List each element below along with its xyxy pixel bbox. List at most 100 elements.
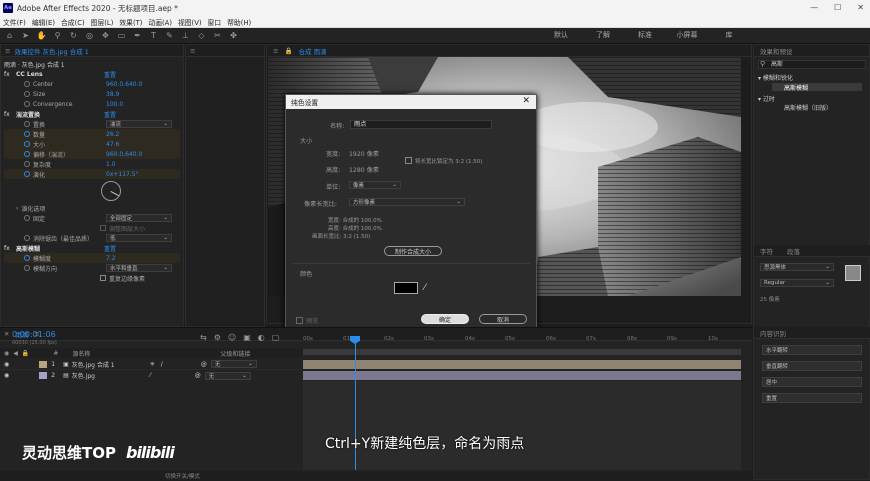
fx-icon[interactable]: fx bbox=[4, 245, 12, 252]
maximize-button[interactable]: ☐ bbox=[834, 3, 841, 12]
tab-effects-presets[interactable]: 效果和预设 bbox=[760, 46, 793, 56]
menu-help[interactable]: 帮助(H) bbox=[227, 17, 251, 27]
draft-3d-icon[interactable]: ⚙ bbox=[214, 333, 221, 342]
menu-file[interactable]: 文件(F) bbox=[3, 17, 26, 27]
pixel-aspect-dropdown[interactable]: 方形像素 ⌄ bbox=[349, 198, 465, 206]
stopwatch-icon[interactable] bbox=[24, 151, 30, 157]
height-value[interactable]: 1280 像素 bbox=[349, 165, 379, 174]
flip-horizontal-button[interactable]: 水平翻转 bbox=[762, 345, 862, 355]
workspace-learn[interactable]: 了解 bbox=[582, 30, 624, 40]
layer-label-color[interactable] bbox=[39, 360, 48, 368]
displace-dropdown[interactable]: 湍流 ⌄ bbox=[106, 120, 172, 128]
repeat-edge-checkbox[interactable] bbox=[100, 275, 106, 281]
value-size[interactable]: 38.9 bbox=[106, 91, 119, 98]
center-button[interactable]: 居中 bbox=[762, 377, 862, 387]
stopwatch-icon[interactable] bbox=[24, 235, 30, 241]
comp-switch-icon[interactable]: ⇆ bbox=[200, 333, 207, 342]
menu-composition[interactable]: 合成(C) bbox=[61, 17, 85, 27]
type-tool-icon[interactable]: T bbox=[147, 30, 160, 42]
brush-tool-icon[interactable]: ✎ bbox=[163, 30, 176, 42]
menu-effect[interactable]: 效果(T) bbox=[119, 17, 142, 27]
color-swatch[interactable] bbox=[394, 282, 418, 294]
panel-menu-icon[interactable]: ≡ bbox=[190, 47, 195, 55]
layer-name[interactable]: 灰色.jpg 合成 1 bbox=[72, 360, 146, 369]
stamp-tool-icon[interactable]: ⊥ bbox=[179, 30, 192, 42]
value-turb-size[interactable]: 47.6 bbox=[106, 141, 119, 148]
antialiasing-dropdown[interactable]: 低 ⌄ bbox=[106, 234, 172, 242]
effects-group-blur[interactable]: ▾ 模糊和锐化 bbox=[758, 73, 793, 82]
layer-name[interactable]: 灰色.jpg bbox=[72, 371, 146, 380]
shy-icon[interactable]: ☺ bbox=[228, 333, 236, 342]
empty-track-area[interactable] bbox=[303, 381, 741, 470]
lock-aspect-checkbox[interactable] bbox=[405, 157, 412, 164]
workspace-library[interactable]: 库 bbox=[708, 30, 750, 40]
dialog-close-icon[interactable]: ✕ bbox=[522, 96, 530, 106]
eye-icon[interactable]: ◉ bbox=[4, 372, 9, 379]
value-evolution[interactable]: 0x+117.5° bbox=[106, 171, 139, 178]
close-tab-icon[interactable]: ✕ bbox=[4, 330, 9, 338]
motion-blur-icon[interactable]: ◐ bbox=[258, 333, 265, 342]
hand-tool-icon[interactable]: ✋ bbox=[35, 30, 48, 42]
make-comp-size-button[interactable]: 制作合成大小 bbox=[384, 246, 442, 256]
menu-layer[interactable]: 图层(L) bbox=[91, 17, 114, 27]
fx-icon[interactable]: fx bbox=[4, 71, 12, 78]
panel-menu-icon[interactable]: ≡ bbox=[5, 47, 10, 55]
stopwatch-icon[interactable] bbox=[24, 265, 30, 271]
toggle-switches-modes[interactable]: 切换开关/模式 bbox=[165, 472, 200, 480]
time-ruler[interactable]: 00s 01s 02s 03s 04s 05s 06s 07s 08s 09s … bbox=[303, 336, 752, 348]
layer-row[interactable]: ◉ 1 ▣ 灰色.jpg 合成 1 ✳ / @ 无 ⌄ bbox=[0, 359, 302, 370]
font-style-dropdown[interactable]: Regular ⌄ bbox=[760, 279, 834, 287]
unit-dropdown[interactable]: 像素 ⌄ bbox=[349, 181, 401, 189]
work-area-bar[interactable] bbox=[303, 349, 741, 355]
reset-cc-lens[interactable]: 重置 bbox=[104, 70, 116, 79]
cancel-button[interactable]: 取消 bbox=[479, 314, 527, 324]
layer-bar[interactable] bbox=[303, 371, 741, 380]
resize-layer-checkbox[interactable] bbox=[100, 225, 106, 231]
workspace-standard[interactable]: 标准 bbox=[624, 30, 666, 40]
effect-turbulent-displace[interactable]: 湍流置换 bbox=[16, 110, 104, 119]
value-amount[interactable]: 26.2 bbox=[106, 131, 119, 138]
menu-window[interactable]: 窗口 bbox=[208, 17, 222, 27]
reset-turbulent[interactable]: 重置 bbox=[104, 110, 116, 119]
parent-header[interactable]: 父级和链接 bbox=[220, 349, 250, 358]
layer-bar[interactable] bbox=[303, 360, 741, 369]
home-icon[interactable]: ⌂ bbox=[3, 30, 16, 42]
effect-item-gaussian-blur-legacy[interactable]: 高斯模糊（旧版） bbox=[784, 103, 832, 112]
value-offset[interactable]: 960.0,640.0 bbox=[106, 151, 142, 158]
flip-vertical-button[interactable]: 垂直翻转 bbox=[762, 361, 862, 371]
collapse-switch-icon[interactable]: ✳ bbox=[150, 361, 155, 368]
blur-dimensions-dropdown[interactable]: 水平和垂直 ⌄ bbox=[106, 264, 172, 272]
fx-switch-icon[interactable]: / bbox=[161, 361, 163, 368]
workspace-default[interactable]: 默认 bbox=[540, 30, 582, 40]
pen-tool-icon[interactable]: ✒ bbox=[131, 30, 144, 42]
lock-icon[interactable]: 🔒 bbox=[284, 47, 292, 55]
parent-dropdown[interactable]: 无 ⌄ bbox=[210, 360, 257, 368]
stopwatch-icon[interactable] bbox=[24, 171, 30, 177]
quality-switch-icon[interactable]: ⁄ bbox=[150, 372, 151, 379]
frame-blend-icon[interactable]: ▣ bbox=[243, 333, 251, 342]
tab-paragraph[interactable]: 段落 bbox=[787, 246, 800, 256]
workspace-small-screen[interactable]: 小屏幕 bbox=[666, 30, 708, 40]
eraser-tool-icon[interactable]: ◇ bbox=[195, 30, 208, 42]
rotate-tool-icon[interactable]: ↻ bbox=[67, 30, 80, 42]
value-convergence[interactable]: 100.0 bbox=[106, 101, 123, 108]
stopwatch-icon[interactable] bbox=[24, 81, 30, 87]
tracking-value[interactable]: 25 像素 bbox=[760, 295, 780, 303]
fill-color-swatch[interactable] bbox=[845, 265, 861, 281]
effect-cc-lens[interactable]: CC Lens bbox=[16, 71, 104, 78]
stopwatch-icon[interactable] bbox=[24, 141, 30, 147]
rectangle-tool-icon[interactable]: ▭ bbox=[115, 30, 128, 42]
pickwhip-icon[interactable]: @ bbox=[195, 372, 201, 379]
chevron-right-icon[interactable]: › bbox=[16, 205, 18, 212]
source-name-header[interactable]: 源名称 bbox=[72, 349, 90, 358]
eye-icon[interactable]: ◉ bbox=[4, 361, 9, 368]
selection-tool-icon[interactable]: ➤ bbox=[19, 30, 32, 42]
puppet-tool-icon[interactable]: ✤ bbox=[227, 30, 240, 42]
eyedropper-icon[interactable]: ⁄ bbox=[424, 283, 426, 293]
width-value[interactable]: 1920 像素 bbox=[349, 149, 379, 158]
font-family-dropdown[interactable]: 思源黑体 ⌄ bbox=[760, 263, 834, 271]
stopwatch-icon[interactable] bbox=[24, 121, 30, 127]
tab-character[interactable]: 字符 bbox=[760, 246, 773, 256]
stopwatch-icon[interactable] bbox=[24, 161, 30, 167]
tab-effect-controls[interactable]: 效果控件 灰色.jpg 合成 1 bbox=[14, 46, 88, 56]
